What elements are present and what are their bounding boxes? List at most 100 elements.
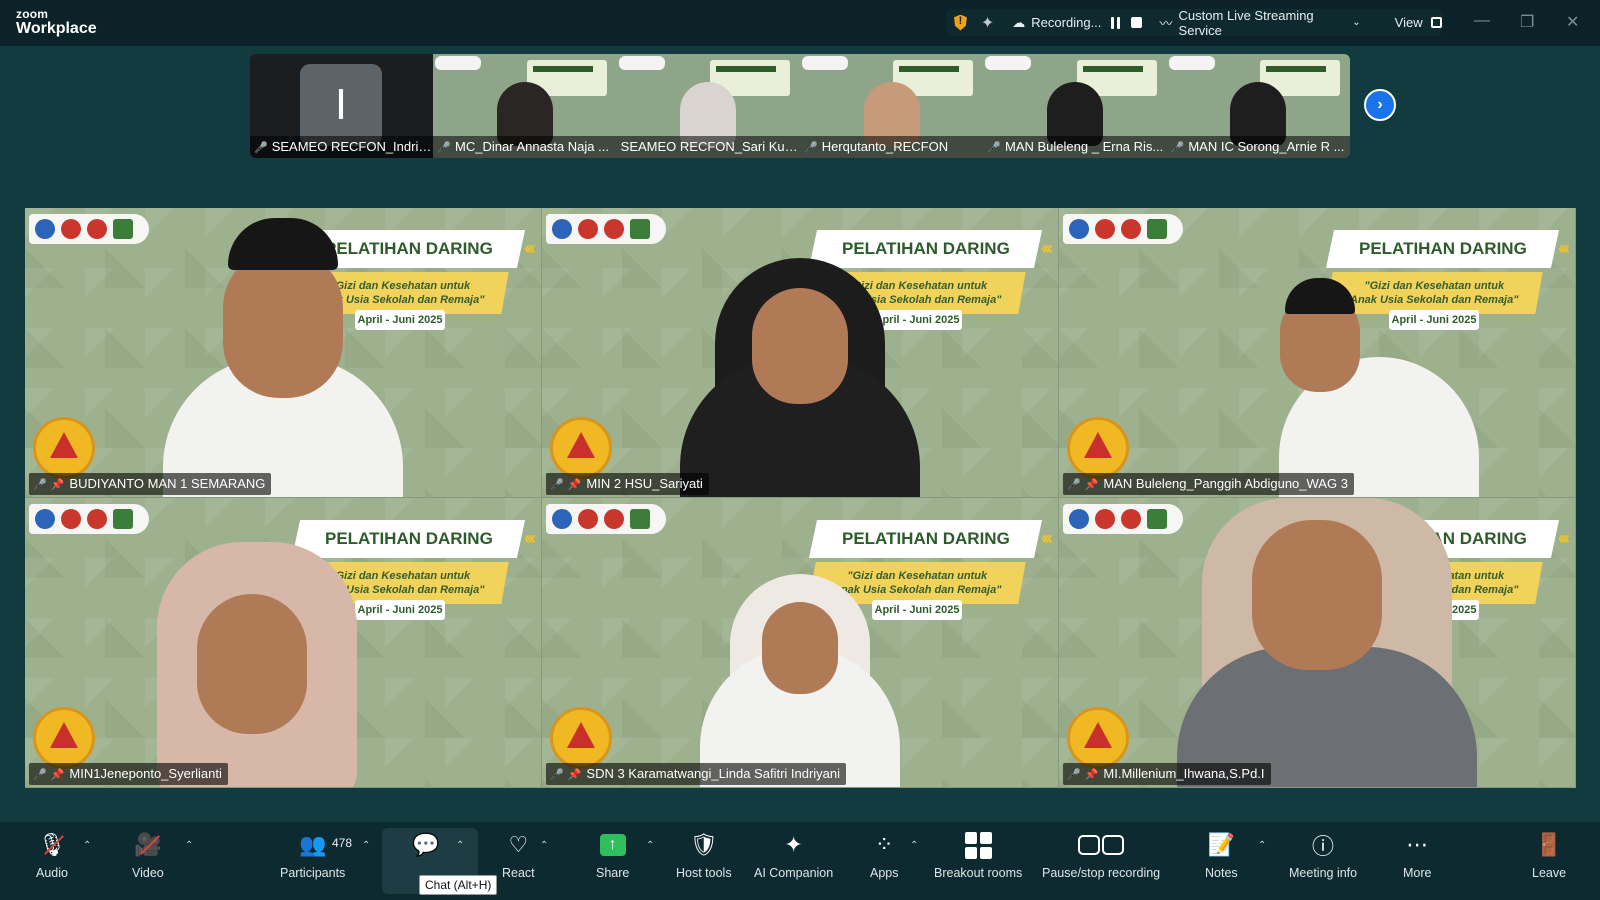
banner-subtitle: "Gizi dan Kesehatan untukAnak Usia Sekol…: [1325, 272, 1543, 314]
video-button[interactable]: 🎥 Video: [132, 830, 164, 880]
participant-name: 🎤 📌 MI.Millenium_Ihwana,S.Pd.I: [1063, 763, 1271, 785]
chat-tooltip: Chat (Alt+H): [419, 875, 498, 895]
filmstrip-tile[interactable]: 🎤 Herqutanto_RECFON: [799, 54, 984, 158]
mic-muted-icon: 🎤: [1170, 142, 1185, 154]
react-options-chevron-icon[interactable]: ⌃: [540, 840, 548, 851]
pin-icon: 📌: [50, 769, 65, 781]
school-badge-logo: [550, 417, 612, 479]
ai-sparkle-icon: ✦: [784, 832, 803, 857]
zoom-logo: zoom Workplace: [16, 8, 97, 37]
pause-stop-recording-button[interactable]: Pause/stop recording: [1042, 830, 1160, 880]
filmstrip-tile[interactable]: 🎤 MAN IC Sorong_Arnie R ...: [1166, 54, 1350, 158]
avatar: I: [300, 64, 382, 146]
school-badge-logo: [1067, 707, 1129, 769]
participant-face: [752, 288, 848, 404]
participant-name: 🎤 📌 SDN 3 Karamatwangi_Linda Safitri Indri…: [546, 763, 847, 785]
logo-strip: [29, 214, 149, 244]
more-icon: ⋯: [1406, 832, 1429, 857]
title-bar: zoom Workplace ✦ ☁ Recording... 〰 Custom…: [0, 0, 1600, 46]
share-options-chevron-icon[interactable]: ⌃: [646, 840, 654, 851]
meeting-info-button[interactable]: ⓘ Meeting info: [1289, 830, 1357, 880]
video-tile[interactable]: PELATIHAN DARING ‹‹‹ "Gizi dan Kesehatan…: [25, 208, 542, 498]
stop-recording-icon[interactable]: [1131, 17, 1142, 28]
mic-muted-icon: 🎤: [803, 142, 818, 154]
filmstrip-tile[interactable]: I 🎤 SEAMEO RECFON_Indriy...: [250, 54, 434, 158]
banner-arrows: ‹‹‹: [524, 238, 536, 258]
participant-face: [223, 248, 343, 398]
chat-options-chevron-icon[interactable]: ⌃: [456, 840, 464, 851]
notes-options-chevron-icon[interactable]: ⌃: [1258, 840, 1266, 851]
minimize-icon[interactable]: —: [1474, 12, 1490, 30]
ai-sparkle-icon[interactable]: ✦: [981, 13, 994, 33]
logo-strip: [546, 214, 666, 244]
pin-icon: 📌: [1084, 769, 1099, 781]
close-icon[interactable]: ✕: [1566, 12, 1579, 32]
apps-icon: ⁘: [875, 832, 894, 857]
video-tile[interactable]: PELATIHAN DARING ‹‹‹ "Gizi dan Kesehatan…: [542, 208, 1059, 498]
logo-strip: [1063, 214, 1183, 244]
filmstrip-tile[interactable]: SEAMEO RECFON_Sari Kusu...: [616, 54, 800, 158]
banner-title: PELATIHAN DARING: [1325, 230, 1560, 268]
chevron-down-icon[interactable]: ⌄: [1352, 17, 1360, 28]
view-button[interactable]: View: [1395, 15, 1423, 30]
host-tools-button[interactable]: 🛡 Host tools: [676, 830, 732, 880]
banner-title: PELATIHAN DARING: [808, 520, 1043, 558]
logo-strip: [801, 56, 848, 70]
live-stream-label[interactable]: Custom Live Streaming Service: [1179, 8, 1347, 38]
ai-companion-button[interactable]: ✦ AI Companion: [754, 830, 833, 880]
participants-options-chevron-icon[interactable]: ⌃: [362, 840, 370, 851]
next-page-arrow-icon[interactable]: ›: [1364, 89, 1396, 121]
meeting-status-bar: ✦ ☁ Recording... 〰 Custom Live Streaming…: [946, 8, 1442, 38]
breakout-rooms-button[interactable]: Breakout rooms: [934, 830, 1022, 880]
leave-icon: 🚪: [1535, 832, 1563, 857]
shield-icon: 🛡: [689, 832, 718, 857]
filmstrip-tile[interactable]: 🎤 MC_Dinar Annasta Naja ...: [433, 54, 617, 158]
cloud-recording-icon: ☁: [1012, 14, 1026, 30]
participant-name: 🎤 SEAMEO RECFON_Indriy...: [250, 136, 434, 158]
banner-date: April - Juni 2025: [355, 600, 445, 620]
video-tile[interactable]: PELATIHAN DARING ‹‹‹ "Gizi dan Kesehatan…: [1059, 498, 1576, 788]
maximize-icon[interactable]: ❐: [1520, 12, 1534, 32]
banner-date: April - Juni 2025: [872, 310, 962, 330]
apps-button[interactable]: ⁘ Apps: [870, 830, 899, 880]
react-button[interactable]: ♡ React: [502, 830, 535, 880]
share-button[interactable]: ↑ Share: [596, 830, 629, 880]
pause-recording-icon[interactable]: [1111, 16, 1121, 29]
apps-options-chevron-icon[interactable]: ⌃: [910, 840, 918, 851]
banner-date: April - Juni 2025: [1389, 310, 1479, 330]
video-tile[interactable]: PELATIHAN DARING ‹‹‹ "Gizi dan Kesehatan…: [542, 498, 1059, 788]
logo-strip: [546, 504, 666, 534]
brand-top: zoom: [16, 7, 49, 21]
audio-options-chevron-icon[interactable]: ⌃: [83, 840, 91, 851]
video-tile[interactable]: PELATIHAN DARING ‹‹‹ "Gizi dan Kesehatan…: [1059, 208, 1576, 498]
school-badge-logo: [33, 417, 95, 479]
view-grid-icon[interactable]: [1430, 17, 1442, 28]
mic-muted-icon: 🎤: [1067, 479, 1081, 491]
school-badge-logo: [1067, 417, 1129, 479]
pin-icon: 📌: [567, 769, 582, 781]
video-tile[interactable]: PELATIHAN DARING ‹‹‹ "Gizi dan Kesehatan…: [25, 498, 542, 788]
zoom-meeting-window: zoom Workplace ✦ ☁ Recording... 〰 Custom…: [0, 0, 1600, 900]
logo-strip: [1063, 504, 1183, 534]
banner-arrows: ‹‹‹: [1041, 238, 1053, 258]
mic-muted-icon: 🎤: [1067, 769, 1081, 781]
recording-status: Recording...: [1031, 15, 1102, 30]
participants-icon: 👥: [298, 832, 327, 857]
participant-name: SEAMEO RECFON_Sari Kusu...: [616, 136, 800, 158]
filmstrip-tile[interactable]: 🎤 MAN Buleleng _ Erna Ris...: [983, 54, 1167, 158]
more-button[interactable]: ⋯ More: [1403, 830, 1431, 880]
brand-bottom: Workplace: [16, 20, 97, 37]
audio-button[interactable]: 🎙 Audio: [36, 830, 68, 880]
notes-button[interactable]: 📝 Notes: [1205, 830, 1238, 880]
security-shield-icon[interactable]: [954, 14, 967, 31]
banner-date: April - Juni 2025: [872, 600, 962, 620]
leave-button[interactable]: 🚪 Leave: [1532, 830, 1566, 880]
participant-name: 🎤 📌 MIN1Jeneponto_Syerlianti: [29, 763, 228, 785]
notes-icon: 📝: [1207, 832, 1236, 857]
live-stream-icon: 〰: [1159, 16, 1173, 31]
mic-muted-icon: 🎙: [38, 830, 66, 860]
chat-button[interactable]: 💬: [412, 830, 439, 860]
participant-face: [197, 594, 308, 734]
video-options-chevron-icon[interactable]: ⌃: [185, 840, 193, 851]
mic-muted-icon: 🎤: [550, 769, 564, 781]
